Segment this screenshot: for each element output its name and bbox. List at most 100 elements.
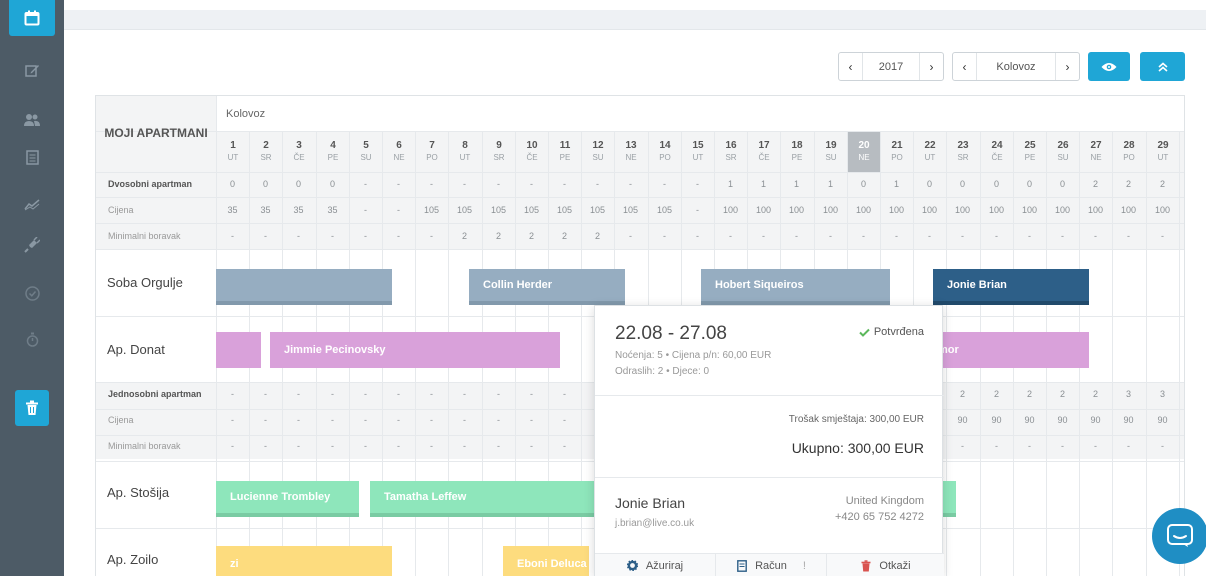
booking-bar[interactable]: mor: [924, 332, 1089, 368]
min_stay-cell[interactable]: -: [1112, 433, 1145, 459]
edit-icon[interactable]: [16, 54, 48, 86]
availability-cell[interactable]: -: [382, 382, 415, 407]
min_stay-cell[interactable]: -: [515, 433, 548, 459]
chart-icon[interactable]: [16, 189, 48, 221]
min_stay-cell[interactable]: -: [1046, 223, 1079, 249]
min_stay-cell[interactable]: -: [1079, 223, 1112, 249]
availability-cell[interactable]: 0: [1046, 172, 1079, 197]
availability-cell[interactable]: -: [316, 382, 349, 407]
prices-cell[interactable]: 100: [880, 197, 913, 223]
min_stay-cell[interactable]: -: [482, 433, 515, 459]
min_stay-cell[interactable]: -: [415, 223, 448, 249]
prices-cell[interactable]: 100: [1046, 197, 1079, 223]
day-header[interactable]: 7 PO: [416, 132, 448, 172]
prices-cell[interactable]: -: [382, 197, 415, 223]
collapse-button[interactable]: [1140, 52, 1185, 81]
availability-cell[interactable]: 2: [1046, 382, 1079, 407]
availability-cell[interactable]: 2: [946, 382, 979, 407]
min_stay-cell[interactable]: -: [216, 433, 249, 459]
day-header[interactable]: 28 PO: [1113, 132, 1145, 172]
day-header[interactable]: 25 PE: [1014, 132, 1046, 172]
prices-cell[interactable]: -: [249, 407, 282, 433]
min_stay-cell[interactable]: -: [946, 223, 979, 249]
min_stay-cell[interactable]: -: [382, 223, 415, 249]
prices-cell[interactable]: 100: [1146, 197, 1179, 223]
min_stay-cell[interactable]: -: [1146, 223, 1179, 249]
booking-bar[interactable]: Collin Herder: [469, 269, 625, 305]
prices-cell[interactable]: 100: [980, 197, 1013, 223]
day-header[interactable]: 18 PE: [781, 132, 813, 172]
min_stay-cell[interactable]: -: [980, 223, 1013, 249]
timer-icon[interactable]: [16, 323, 48, 355]
min_stay-cell[interactable]: -: [1046, 433, 1079, 459]
day-header[interactable]: 20 NE: [848, 132, 880, 172]
day-header[interactable]: 17 ČE: [748, 132, 780, 172]
day-header[interactable]: 27 NE: [1080, 132, 1112, 172]
prices-cell[interactable]: 100: [946, 197, 979, 223]
day-header[interactable]: 15 UT: [682, 132, 714, 172]
availability-cell[interactable]: 1: [880, 172, 913, 197]
availability-cell[interactable]: -: [216, 382, 249, 407]
min_stay-cell[interactable]: 2: [515, 223, 548, 249]
availability-cell[interactable]: -: [349, 382, 382, 407]
availability-cell[interactable]: -: [548, 172, 581, 197]
min_stay-cell[interactable]: -: [1013, 433, 1046, 459]
prices-cell[interactable]: 100: [780, 197, 813, 223]
min_stay-cell[interactable]: -: [980, 433, 1013, 459]
prices-cell[interactable]: 100: [714, 197, 747, 223]
availability-cell[interactable]: -: [482, 172, 515, 197]
availability-cell[interactable]: -: [515, 382, 548, 407]
prices-cell[interactable]: -: [349, 197, 382, 223]
day-header[interactable]: 10 ČE: [516, 132, 548, 172]
guest-email[interactable]: j.brian@live.co.uk: [615, 518, 694, 529]
prices-cell[interactable]: 105: [482, 197, 515, 223]
availability-cell[interactable]: -: [515, 172, 548, 197]
day-header[interactable]: 26 SU: [1047, 132, 1079, 172]
availability-cell[interactable]: -: [448, 382, 481, 407]
cancel-button[interactable]: Otkaži: [828, 554, 944, 576]
availability-cell[interactable]: 2: [1146, 172, 1179, 197]
day-header[interactable]: 2 SR: [250, 132, 282, 172]
availability-cell[interactable]: 0: [913, 172, 946, 197]
prices-cell[interactable]: 90: [1112, 407, 1145, 433]
prices-cell[interactable]: 35: [216, 197, 249, 223]
availability-cell[interactable]: -: [349, 172, 382, 197]
min_stay-cell[interactable]: -: [382, 433, 415, 459]
year-prev-button[interactable]: ‹: [839, 53, 862, 80]
availability-cell[interactable]: 0: [282, 172, 315, 197]
availability-cell[interactable]: 3: [1112, 382, 1145, 407]
day-header[interactable]: 23 SR: [947, 132, 979, 172]
min_stay-cell[interactable]: -: [913, 223, 946, 249]
min_stay-cell[interactable]: -: [415, 433, 448, 459]
prices-cell[interactable]: 105: [515, 197, 548, 223]
min_stay-cell[interactable]: -: [249, 433, 282, 459]
min_stay-cell[interactable]: -: [349, 223, 382, 249]
prices-cell[interactable]: 90: [980, 407, 1013, 433]
min_stay-cell[interactable]: -: [216, 223, 249, 249]
prices-cell[interactable]: 105: [415, 197, 448, 223]
day-header[interactable]: 5 SU: [350, 132, 382, 172]
min_stay-cell[interactable]: -: [1079, 433, 1112, 459]
min_stay-cell[interactable]: -: [880, 223, 913, 249]
availability-cell[interactable]: -: [548, 382, 581, 407]
prices-cell[interactable]: 90: [1046, 407, 1079, 433]
prices-cell[interactable]: 105: [581, 197, 614, 223]
min_stay-cell[interactable]: -: [747, 223, 780, 249]
availability-cell[interactable]: 0: [980, 172, 1013, 197]
prices-cell[interactable]: -: [216, 407, 249, 433]
min_stay-cell[interactable]: -: [448, 433, 481, 459]
booking-bar[interactable]: [216, 332, 261, 368]
min_stay-cell[interactable]: 2: [448, 223, 481, 249]
day-header[interactable]: 6 NE: [383, 132, 415, 172]
min_stay-cell[interactable]: 2: [482, 223, 515, 249]
prices-cell[interactable]: 105: [548, 197, 581, 223]
booking-bar[interactable]: Hobert Siqueiros: [701, 269, 890, 305]
day-header[interactable]: 14 PO: [649, 132, 681, 172]
availability-cell[interactable]: -: [614, 172, 647, 197]
prices-cell[interactable]: 105: [648, 197, 681, 223]
min_stay-cell[interactable]: -: [714, 223, 747, 249]
booking-bar[interactable]: zi: [216, 546, 392, 576]
document-icon[interactable]: [16, 141, 48, 173]
booking-bar[interactable]: Lucienne Trombley: [216, 481, 359, 517]
min_stay-cell[interactable]: -: [316, 433, 349, 459]
